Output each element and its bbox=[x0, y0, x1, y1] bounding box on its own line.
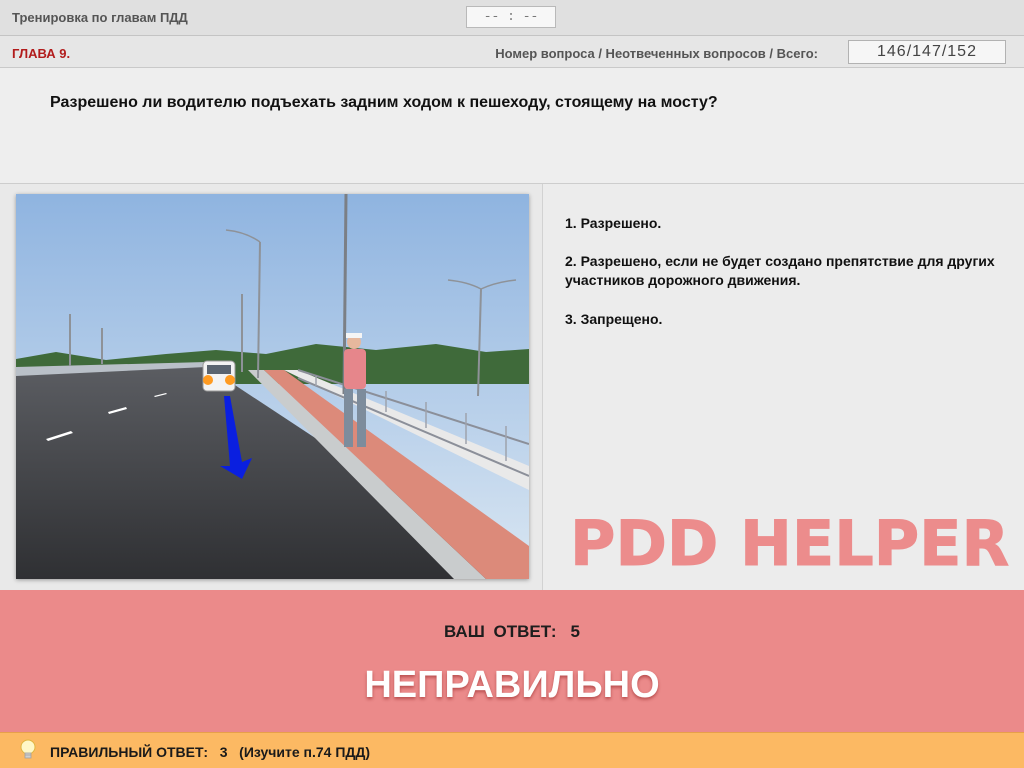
your-answer-label: ВАШ ОТВЕТ: bbox=[443, 622, 557, 641]
top-bar: Тренировка по главам ПДД -- : -- bbox=[0, 0, 1024, 36]
question-area: Разрешено ли водителю подъехать задним х… bbox=[0, 68, 1024, 184]
lightbulb-icon bbox=[20, 739, 36, 759]
info-bar: ГЛАВА 9. Номер вопроса / Неотвеченных во… bbox=[0, 36, 1024, 68]
question-counter-label: Номер вопроса / Неотвеченных вопросов / … bbox=[495, 46, 818, 61]
your-answer: ВАШ ОТВЕТ: 5 bbox=[0, 622, 1024, 642]
app-title: Тренировка по главам ПДД bbox=[12, 10, 188, 25]
answer-option-1[interactable]: 1. Разрешено. bbox=[565, 214, 1005, 233]
question-illustration bbox=[16, 194, 529, 579]
image-panel bbox=[0, 184, 543, 590]
question-counter: 146/147/152 bbox=[848, 40, 1006, 64]
verdict-text: НЕПРАВИЛЬНО bbox=[364, 664, 660, 706]
answer-option-3[interactable]: 3. Запрещено. bbox=[565, 310, 1005, 329]
result-panel: ВАШ ОТВЕТ: 5 НЕПРАВИЛЬНО bbox=[0, 590, 1024, 732]
correct-answer-text: ПРАВИЛЬНЫЙ ОТВЕТ: 3 (Изучите п.74 ПДД) bbox=[50, 744, 371, 760]
chapter-label: ГЛАВА 9. bbox=[12, 46, 71, 61]
watermark-text: PDD HELPER bbox=[570, 507, 1009, 580]
answer-option-2[interactable]: 2. Разрешено, если не будет создано преп… bbox=[565, 252, 1005, 290]
question-text: Разрешено ли водителю подъехать задним х… bbox=[50, 94, 718, 111]
correct-answer-bar: ПРАВИЛЬНЫЙ ОТВЕТ: 3 (Изучите п.74 ПДД) bbox=[0, 732, 1024, 768]
your-answer-value: 5 bbox=[570, 622, 581, 641]
timer-display: -- : -- bbox=[466, 6, 556, 28]
pdd-helper-watermark: PDD HELPER bbox=[570, 507, 1010, 581]
